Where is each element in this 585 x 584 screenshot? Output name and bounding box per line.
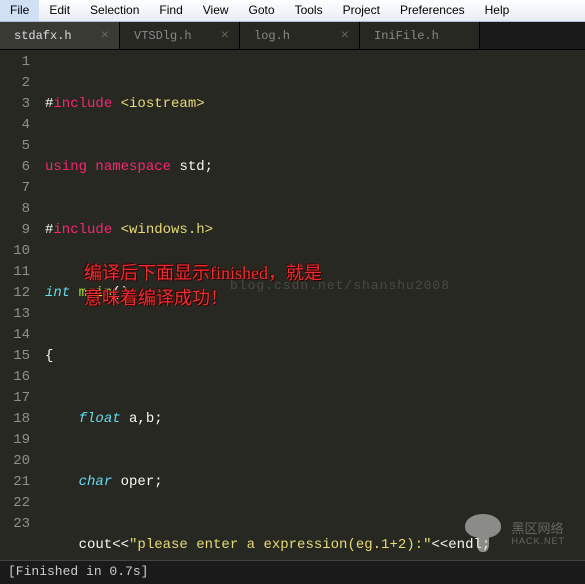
menu-find[interactable]: Find [149,0,192,21]
tab-label: IniFile.h [374,29,439,43]
tab-label: stdafx.h [14,29,72,43]
menu-goto[interactable]: Goto [239,0,285,21]
line-numbers: 1234567891011121314151617181920212223 [0,50,40,560]
tab-log[interactable]: log.h × [240,22,360,49]
tab-label: log.h [254,29,290,43]
mushroom-icon [463,514,503,554]
status-text: [Finished in 0.7s] [8,564,148,579]
watermark-logo: 黑区网络 HACK.NET [463,514,565,554]
tab-bar: stdafx.h × VTSDlg.h × log.h × IniFile.h [0,22,585,50]
menu-help[interactable]: Help [475,0,520,21]
close-icon[interactable]: × [101,28,109,44]
menu-tools[interactable]: Tools [285,0,333,21]
tab-inifile[interactable]: IniFile.h [360,22,480,49]
tab-vtsdlg[interactable]: VTSDlg.h × [120,22,240,49]
menu-bar: File Edit Selection Find View Goto Tools… [0,0,585,22]
menu-project[interactable]: Project [333,0,390,21]
code-content[interactable]: #include <iostream> using namespace std;… [40,50,585,560]
close-icon[interactable]: × [221,28,229,44]
menu-edit[interactable]: Edit [39,0,80,21]
close-icon[interactable]: × [341,28,349,44]
status-bar: [Finished in 0.7s] [0,560,585,584]
menu-file[interactable]: File [0,0,39,21]
menu-preferences[interactable]: Preferences [390,0,475,21]
tab-label: VTSDlg.h [134,29,192,43]
logo-line1: 黑区网络 [511,521,565,537]
tab-stdafx[interactable]: stdafx.h × [0,22,120,49]
menu-view[interactable]: View [193,0,239,21]
watermark-url: blog.csdn.net/shanshu2008 [230,275,450,296]
menu-selection[interactable]: Selection [80,0,149,21]
logo-line2: HACK.NET [511,536,565,547]
editor-area[interactable]: 1234567891011121314151617181920212223 #i… [0,50,585,560]
